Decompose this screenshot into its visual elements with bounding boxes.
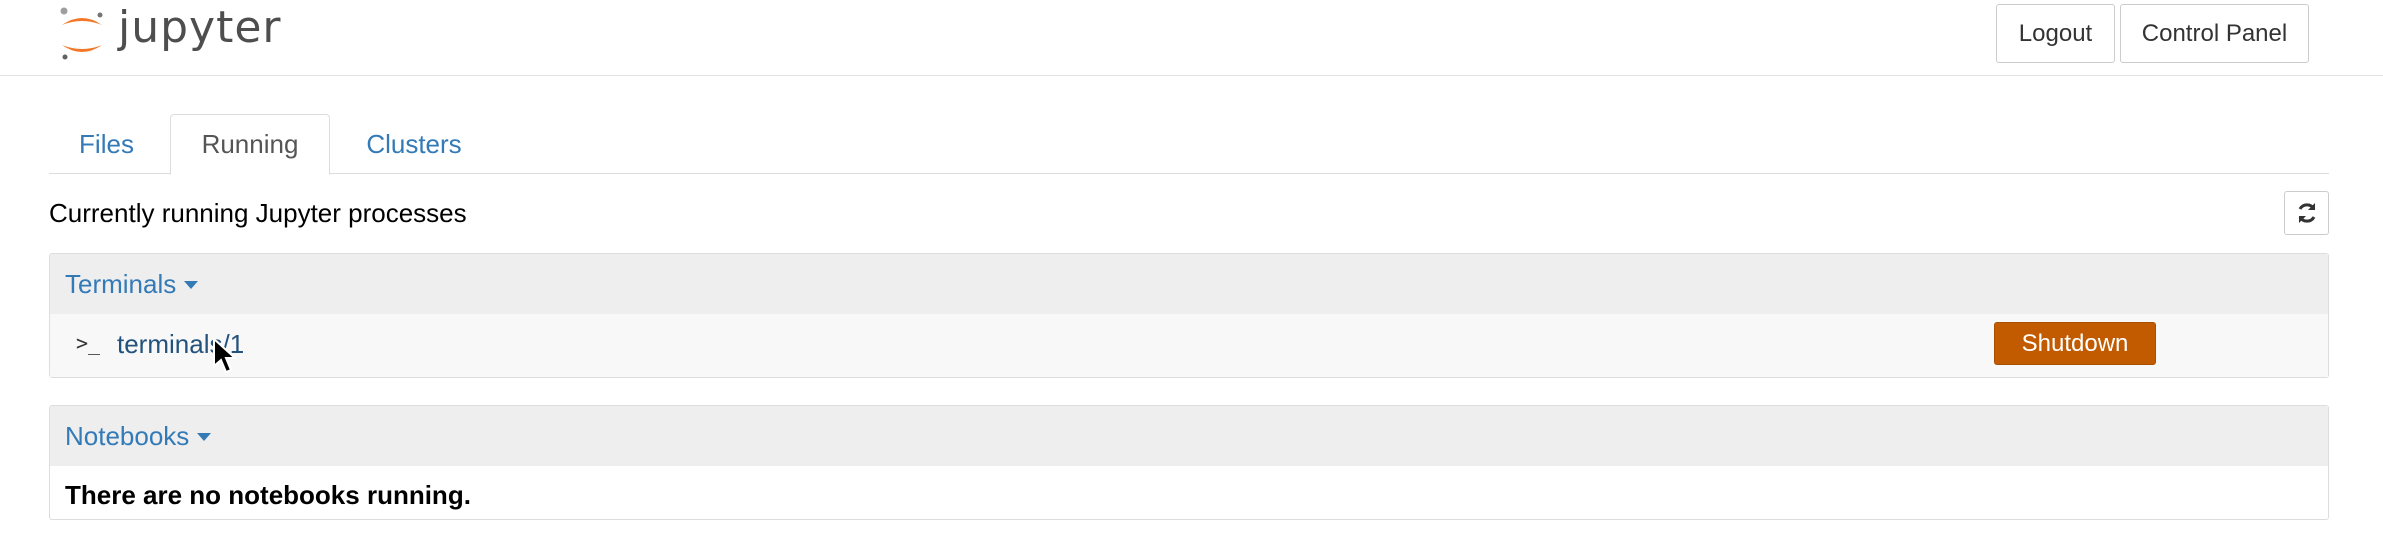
terminals-heading-label: Terminals [65, 268, 177, 299]
logo-text: jupyter [118, 1, 282, 53]
notebooks-heading[interactable]: Notebooks [50, 406, 2328, 466]
tab-clusters[interactable]: Clusters [339, 114, 489, 174]
control-panel-button[interactable]: Control Panel [2120, 4, 2309, 63]
tab-files[interactable]: Files [49, 114, 164, 174]
list-item: >_ terminals/1 Shutdown [50, 314, 2328, 377]
jupyter-logo-icon [60, 7, 103, 60]
refresh-button[interactable] [2284, 191, 2329, 235]
notebooks-heading-label: Notebooks [65, 420, 190, 451]
mouse-cursor-icon [213, 338, 237, 374]
running-title: Currently running Jupyter processes [49, 198, 467, 228]
tab-running[interactable]: Running [170, 114, 330, 175]
caret-down-icon [197, 433, 212, 441]
logout-button[interactable]: Logout [1996, 4, 2115, 63]
terminals-panel: Terminals >_ terminals/1 Shutdown [49, 253, 2329, 378]
tab-bar: Files Running Clusters [49, 114, 2329, 175]
terminals-heading[interactable]: Terminals [50, 254, 2328, 314]
refresh-icon [2298, 203, 2315, 223]
shutdown-button[interactable]: Shutdown [1994, 322, 2156, 365]
jupyter-logo[interactable]: jupyter [56, 0, 282, 66]
notebooks-panel: Notebooks There are no notebooks running… [49, 405, 2329, 520]
terminal-icon: >_ [76, 331, 101, 355]
empty-notebooks-message: There are no notebooks running. [65, 480, 471, 510]
caret-down-icon [184, 281, 199, 289]
header: jupyter Logout Control Panel [0, 0, 2383, 76]
